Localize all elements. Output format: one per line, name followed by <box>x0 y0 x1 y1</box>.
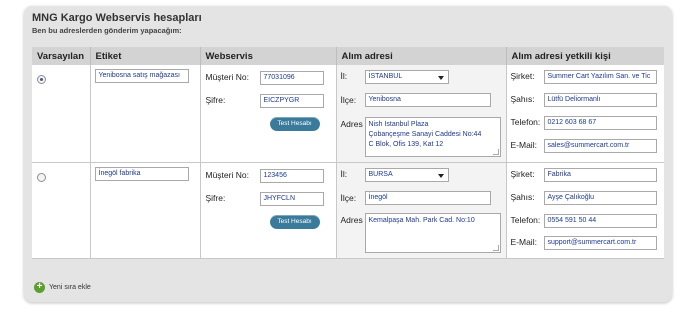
address-line: Çobançeşme Sanayi Caddesi No:44 <box>368 131 482 138</box>
city-label: İl: <box>340 168 348 179</box>
address-textarea[interactable]: Nish İstanbul Plaza Çobançeşme Sanayi Ca… <box>364 117 501 157</box>
panel-subtitle: Ben bu adreslerden gönderim yapacağım: <box>32 26 182 35</box>
person-input[interactable]: Ayşe Çalıkoğlu <box>543 190 657 205</box>
plus-icon: + <box>34 282 45 293</box>
add-row-button[interactable]: + Yeni sıra ekle <box>34 282 91 293</box>
column-header-pickup-address: Alım adresi <box>336 47 507 65</box>
customer-no-label: Müşteri No: <box>205 169 249 180</box>
city-select-value: BURSA <box>368 170 393 178</box>
company-label: Şirket: <box>510 168 535 179</box>
chevron-down-icon <box>437 76 444 80</box>
label-cell: İnegöl fabrika <box>90 162 201 259</box>
address-line: Kemalpaşa Mah. Park Cad. No:10 <box>368 216 475 224</box>
city-select[interactable]: BURSA <box>364 167 449 182</box>
table-row: İnegöl fabrika Müşteri No: 123456 Şifre:… <box>32 162 664 259</box>
panel-header: MNG Kargo Webservis hesapları Ben bu adr… <box>32 12 202 35</box>
city-select[interactable]: İSTANBUL <box>364 70 449 84</box>
district-label: İlçe: <box>340 192 357 203</box>
label-input[interactable]: İnegöl fabrika <box>94 166 189 181</box>
district-input[interactable]: Yenibosna <box>364 93 491 107</box>
email-label: E-Mail: <box>510 236 537 247</box>
panel-title: MNG Kargo Webservis hesapları <box>32 12 202 24</box>
label-cell: Yenibosna satış mağazası <box>90 65 201 163</box>
email-input[interactable]: support@summercart.com.tr <box>543 235 657 250</box>
address-label: Adres <box>340 214 363 225</box>
city-select-value: İSTANBUL <box>368 73 403 80</box>
password-input[interactable]: JHYFCLN <box>259 191 324 206</box>
address-line: Nish İstanbul Plaza <box>368 121 429 128</box>
accounts-panel: MNG Kargo Webservis hesapları Ben bu adr… <box>24 6 672 302</box>
default-radio[interactable] <box>37 75 46 84</box>
column-header-default: Varsayılan <box>32 47 91 65</box>
person-label: Şahıs: <box>510 94 535 104</box>
default-cell <box>32 162 91 259</box>
email-input[interactable]: sales@summercart.com.tr <box>543 139 657 153</box>
add-row-label: Yeni sıra ekle <box>49 284 91 291</box>
pickup-contact-cell: Şirket: Fabrika Şahıs: Ayşe Çalıkoğlu Te… <box>506 162 664 259</box>
phone-label: Telefon: <box>510 117 541 127</box>
resize-grip-icon[interactable] <box>492 149 499 155</box>
company-input[interactable]: Summer Cart Yazılım San. ve Tic <box>543 70 657 84</box>
password-label: Şifre: <box>205 95 226 105</box>
phone-label: Telefon: <box>510 214 541 225</box>
person-label: Şahıs: <box>510 191 535 202</box>
password-input[interactable]: EICZPYGR <box>259 94 324 108</box>
address-textarea[interactable]: Kemalpaşa Mah. Park Cad. No:10 <box>364 212 501 253</box>
column-header-webservice: Webservis <box>200 47 337 65</box>
label-input[interactable]: Yenibosna satış mağazası <box>94 69 189 83</box>
column-header-label: Etiket <box>90 47 201 65</box>
accounts-table: Varsayılan Etiket Webservis Alım adresi … <box>32 47 664 259</box>
test-account-button[interactable]: Test Hesabı <box>269 214 320 229</box>
company-label: Şirket: <box>510 71 535 81</box>
webservice-cell: Müşteri No: 123456 Şifre: JHYFCLN Test H… <box>200 162 337 259</box>
table-header-row: Varsayılan Etiket Webservis Alım adresi … <box>32 47 664 65</box>
email-label: E-Mail: <box>510 140 537 150</box>
resize-grip-icon[interactable] <box>492 244 499 251</box>
phone-input[interactable]: 0212 603 68 67 <box>543 116 657 130</box>
company-input[interactable]: Fabrika <box>543 167 657 182</box>
customer-no-input[interactable]: 123456 <box>259 168 324 183</box>
customer-no-input[interactable]: 77031096 <box>259 71 324 85</box>
district-input[interactable]: İnegöl <box>364 190 491 205</box>
pickup-address-cell: İl: İSTANBUL İlçe: Yenibosna Adres Nish … <box>336 65 507 163</box>
pickup-address-cell: İl: BURSA İlçe: İnegöl Adres Kemalpaşa M… <box>336 162 507 259</box>
webservice-cell: Müşteri No: 77031096 Şifre: EICZPYGR Tes… <box>200 65 337 163</box>
customer-no-label: Müşteri No: <box>205 72 249 82</box>
address-label: Adres <box>340 119 363 129</box>
test-account-button[interactable]: Test Hesabı <box>269 117 320 131</box>
phone-input[interactable]: 0554 591 50 44 <box>543 213 657 228</box>
default-radio[interactable] <box>37 172 46 182</box>
district-label: İlçe: <box>340 95 357 105</box>
pickup-contact-cell: Şirket: Summer Cart Yazılım San. ve Tic … <box>506 65 664 163</box>
person-input[interactable]: Lütfü Deliormanlı <box>543 93 657 107</box>
default-cell <box>32 65 91 163</box>
column-header-pickup-contact: Alım adresi yetkili kişi <box>506 47 664 65</box>
password-label: Şifre: <box>205 192 226 203</box>
address-line: C Blok, Ofis 139, Kat 12 <box>368 141 444 148</box>
chevron-down-icon <box>437 173 444 178</box>
city-label: İl: <box>340 71 348 81</box>
table-row: Yenibosna satış mağazası Müşteri No: 770… <box>32 65 664 163</box>
